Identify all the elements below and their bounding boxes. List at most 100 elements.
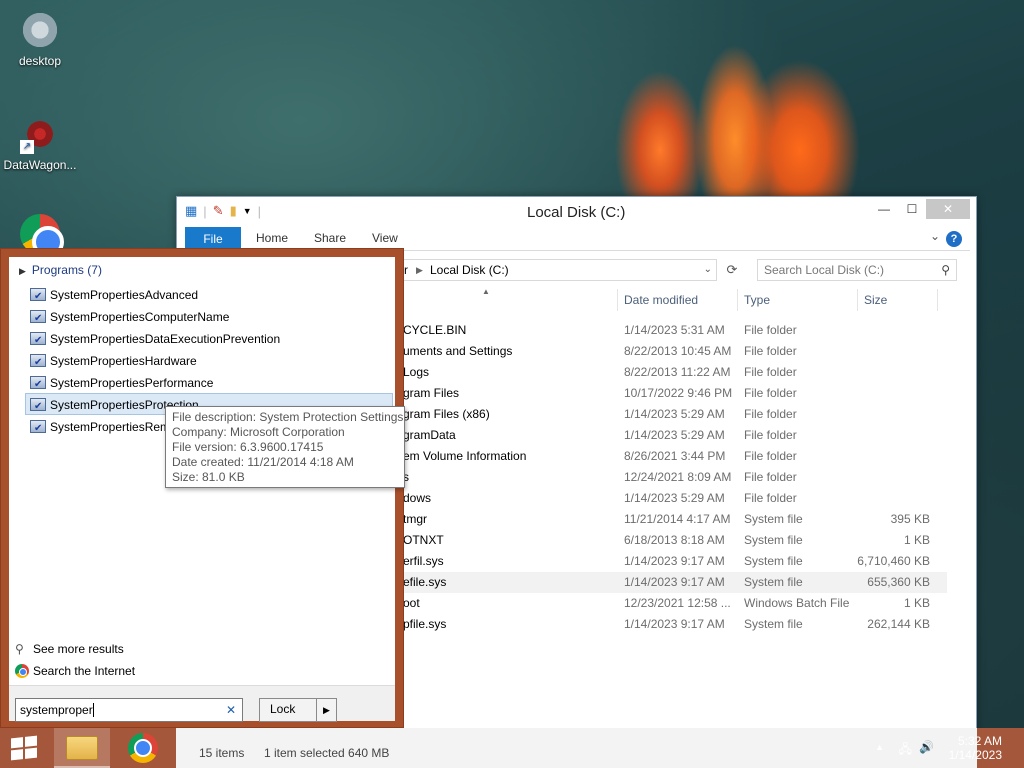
system-properties-icon (30, 308, 46, 330)
show-hidden-icons-icon[interactable]: ▲ (875, 742, 884, 752)
program-item[interactable]: SystemPropertiesDataExecutionPrevention (25, 327, 393, 352)
chevron-right-icon[interactable]: ▶ (316, 699, 336, 721)
maximize-button[interactable]: ☐ (898, 199, 926, 219)
tab-share[interactable]: Share (314, 231, 346, 245)
title-bar[interactable]: ▦ | ✎ ▮ ▼ | Local Disk (C:) — ☐ ✕ (177, 197, 976, 227)
table-row[interactable]: pfile.sys 1/14/2023 9:17 AM System file 262… (387, 614, 947, 635)
shortcut-arrow-icon: ↗ (20, 140, 34, 154)
file-date: 1/14/2023 9:17 AM (624, 554, 725, 568)
close-button[interactable]: ✕ (926, 199, 970, 219)
table-row[interactable]: em Volume Information 8/26/2021 3:44 PM Fi… (387, 446, 947, 467)
search-icon: ⚲ (941, 263, 950, 277)
table-row[interactable]: Logs 8/22/2013 11:22 AM File folder (387, 362, 947, 383)
file-name: pfile.sys (403, 617, 447, 631)
table-row[interactable]: erfil.sys 1/14/2023 9:17 AM System file 6,7… (387, 551, 947, 572)
program-item[interactable]: SystemPropertiesHardware (25, 349, 393, 374)
program-item[interactable]: SystemPropertiesPerformance (25, 371, 393, 396)
table-row[interactable]: CYCLE.BIN 1/14/2023 5:31 AM File folder (387, 320, 947, 341)
clear-search-icon[interactable]: ✕ (226, 699, 236, 721)
start-button[interactable] (0, 728, 48, 768)
address-bar[interactable]: r ▶ Local Disk (C:) ⌄ (403, 259, 717, 281)
tab-view[interactable]: View (372, 231, 398, 245)
program-label: SystemPropertiesPerformance (50, 376, 214, 390)
lock-button[interactable]: Lock ▶ (259, 698, 337, 722)
properties-icon[interactable]: ▦ (185, 203, 197, 219)
system-properties-icon (30, 286, 46, 308)
table-row[interactable]: tmgr 11/21/2014 4:17 AM System file 395 KB (387, 509, 947, 530)
column-header-type[interactable]: Type (744, 293, 770, 307)
see-more-results-link[interactable]: ⚲ See more results (15, 642, 124, 656)
taskbar-chrome[interactable] (116, 728, 172, 768)
clock[interactable]: 5:32 AM 1/14/2023 (949, 734, 1002, 762)
column-divider[interactable] (857, 289, 858, 311)
file-type: File folder (744, 344, 797, 358)
help-icon[interactable]: ? (946, 231, 962, 247)
status-item-count: 15 items (199, 746, 245, 760)
file-date: 1/14/2023 5:31 AM (624, 323, 725, 337)
system-properties-icon (30, 418, 46, 440)
file-date: 1/14/2023 5:29 AM (624, 407, 725, 421)
table-row[interactable]: s 12/24/2021 8:09 AM File folder (387, 467, 947, 488)
file-name: tmgr (403, 512, 427, 526)
tab-home[interactable]: Home (256, 231, 288, 245)
file-tooltip: File description: System Protection Sett… (165, 406, 405, 488)
tooltip-line: File version: 6.3.9600.17415 (172, 440, 324, 454)
system-properties-icon (30, 330, 46, 352)
start-search-input[interactable]: systemproper ✕ (15, 698, 243, 722)
new-file-icon[interactable]: ✎ (213, 203, 224, 219)
minimize-button[interactable]: — (870, 199, 898, 219)
search-internet-link[interactable]: Search the Internet (15, 664, 135, 678)
file-type: File folder (744, 386, 797, 400)
chevron-down-icon[interactable]: ▼ (243, 206, 252, 216)
search-input[interactable]: Search Local Disk (C:) ⚲ (757, 259, 957, 281)
file-type: System file (744, 575, 803, 589)
clock-date: 1/14/2023 (948, 748, 1002, 762)
file-type: System file (744, 512, 803, 526)
column-divider[interactable] (737, 289, 738, 311)
file-type: System file (744, 533, 803, 547)
file-date: 12/24/2021 8:09 AM (624, 470, 732, 484)
network-icon[interactable]: 🖧 (899, 740, 912, 761)
breadcrumb-local-disk[interactable]: Local Disk (C:) (430, 260, 509, 280)
table-row[interactable]: gram Files 10/17/2022 9:46 PM File folder (387, 383, 947, 404)
chevron-down-icon[interactable]: ⌄ (704, 260, 712, 280)
table-row[interactable]: gramData 1/14/2023 5:29 AM File folder (387, 425, 947, 446)
file-date: 8/26/2021 3:44 PM (624, 449, 726, 463)
chevron-down-icon[interactable]: ⌄ (930, 229, 940, 243)
folder-icon (66, 736, 98, 760)
system-properties-icon (30, 396, 46, 418)
table-row[interactable]: gram Files (x86) 1/14/2023 5:29 AM File fo… (387, 404, 947, 425)
desktop-icon-datawagon[interactable]: ↗ DataWagon... (0, 114, 80, 172)
refresh-icon[interactable]: ⟳ (721, 259, 743, 281)
file-type: File folder (744, 491, 797, 505)
tooltip-line: Size: 81.0 KB (172, 470, 245, 484)
table-row[interactable]: OTNXT 6/18/2013 8:18 AM System file 1 KB (387, 530, 947, 551)
column-header-date[interactable]: Date modified (624, 293, 698, 307)
search-results: ▶Programs (7) SystemPropertiesAdvanced Sy… (9, 257, 395, 722)
desktop-icon-desktop[interactable]: desktop (0, 10, 80, 68)
column-divider[interactable] (937, 289, 938, 311)
quick-access-toolbar: ▦ | ✎ ▮ ▼ | (185, 203, 262, 219)
new-folder-icon[interactable]: ▮ (230, 203, 237, 219)
file-name: em Volume Information (403, 449, 527, 463)
tooltip-line: Date created: 11/21/2014 4:18 AM (172, 455, 354, 469)
file-date: 12/23/2021 12:58 ... (624, 596, 731, 610)
table-row[interactable]: efile.sys 1/14/2023 9:17 AM System file 655… (387, 572, 947, 593)
tooltip-line: File description: System Protection Sett… (172, 410, 404, 424)
volume-icon[interactable]: 🔊 (919, 740, 934, 754)
table-row[interactable]: dows 1/14/2023 5:29 AM File folder (387, 488, 947, 509)
system-properties-icon (30, 352, 46, 374)
table-row[interactable]: uments and Settings 8/22/2013 10:45 AM Fil… (387, 341, 947, 362)
file-date: 8/22/2013 10:45 AM (624, 344, 732, 358)
address-prefix: r (404, 263, 408, 277)
program-label: SystemPropertiesAdvanced (50, 288, 199, 302)
window-controls: — ☐ ✕ (870, 199, 970, 219)
column-divider[interactable] (617, 289, 618, 311)
table-row[interactable]: oot 12/23/2021 12:58 ... Windows Batch Fil… (387, 593, 947, 614)
taskbar-file-explorer[interactable] (54, 728, 110, 768)
column-header-size[interactable]: Size (864, 293, 887, 307)
programs-header[interactable]: ▶ Programs (7) (19, 263, 102, 277)
file-name: gramData (403, 428, 456, 442)
program-item[interactable]: SystemPropertiesAdvanced (25, 283, 393, 308)
program-item[interactable]: SystemPropertiesComputerName (25, 305, 393, 330)
